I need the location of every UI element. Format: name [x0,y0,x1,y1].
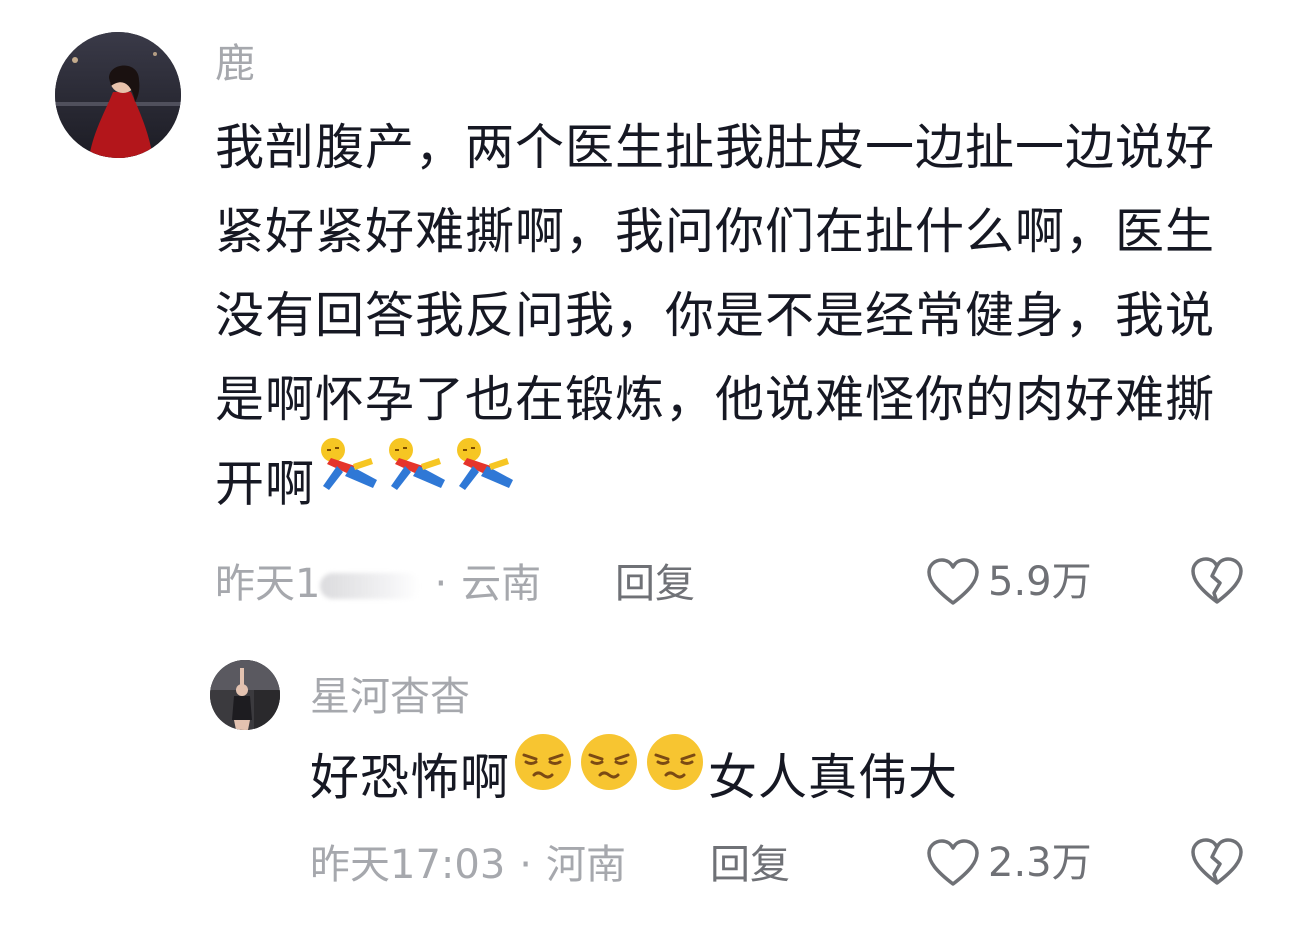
heart-outline-icon [927,558,979,605]
lying-down-emoji [383,436,451,526]
comment-text-before-emoji: 好恐怖啊 [310,749,511,806]
lying-down-emoji [451,436,519,526]
like-button[interactable]: 2.3万 [926,837,1092,889]
meta-separator: · [519,842,532,888]
comment-text-line: 紧好紧好难撕啊，我问你们在扯什么啊，医生 [215,203,1216,260]
smirk-emoji [642,731,708,819]
smirk-emoji [510,731,576,819]
comment-text-last-line: 开啊 [215,438,1215,526]
comment-text-line-wrap: 好恐怖啊 女人真伟大 [310,733,959,820]
like-count: 5.9万 [988,559,1092,605]
smirk-emoji [576,731,642,819]
avatar[interactable] [55,32,181,158]
reply-button[interactable]: 回复 [710,839,790,891]
comment-text: 我剖腹产，两个医生扯我肚皮一边扯一边说好 紧好紧好难撕啊，我问你们在扯什么啊，医… [215,106,1215,526]
dislike-button[interactable] [1190,837,1244,891]
comment-location: 云南 [461,561,542,607]
comment-time: 昨天1 [215,561,321,607]
meta-separator: · [434,561,448,607]
heart-outline-icon [927,839,979,886]
lying-down-emoji [315,436,383,526]
reply-button[interactable]: 回复 [615,558,695,610]
redacted-time-blur [320,573,421,599]
comment-text: 好恐怖啊 女人真伟大 [310,733,959,820]
broken-heart-icon [1191,557,1243,604]
comment-time: 昨天17:03 [310,842,506,888]
comment-location: 河南 [546,842,626,888]
comment-text-line: 是啊怀孕了也在锻炼，他说难怪你的肉好难撕 [215,371,1216,428]
comment-text-line: 开啊 [215,455,316,513]
comment-text-line: 没有回答我反问我，你是不是经常健身，我说 [215,287,1216,344]
comment-text-line: 我剖腹产，两个医生扯我肚皮一边扯一边说好 [215,119,1216,176]
broken-heart-icon [1191,838,1243,885]
like-button[interactable]: 5.9万 [926,556,1092,608]
comment-meta: 昨天17:03 · 河南 [310,839,626,891]
comment-meta: 昨天1 · 云南 [215,558,541,610]
dislike-button[interactable] [1190,556,1244,610]
avatar[interactable] [210,660,280,730]
comment-author[interactable]: 星河杳杳 [310,673,470,721]
like-count: 2.3万 [988,840,1092,886]
comment-author[interactable]: 鹿 [215,40,255,88]
comment-text-after-emoji: 女人真伟大 [708,749,959,806]
